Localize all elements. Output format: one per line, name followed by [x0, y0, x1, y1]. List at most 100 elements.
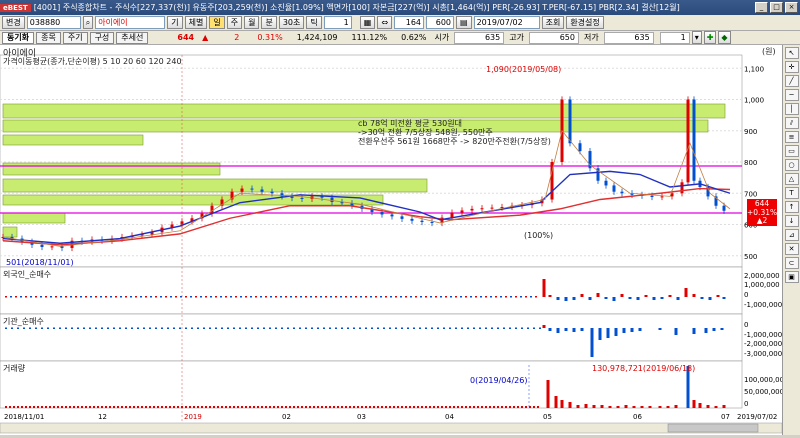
spin-input[interactable]: 1	[659, 31, 690, 44]
foreign-bar	[668, 295, 672, 297]
foreign-tick-bar	[160, 296, 162, 298]
volume-small-bar	[497, 406, 499, 408]
volume-small-bar	[393, 406, 395, 408]
volume-small-bar	[73, 406, 75, 408]
display-count-input[interactable]: 164	[394, 16, 425, 29]
crosshair-icon[interactable]: ✛	[784, 61, 799, 73]
volume-small-bar	[121, 406, 123, 408]
settings-button[interactable]: 환경설정	[566, 16, 604, 29]
magnet-icon[interactable]: ⊂	[784, 257, 799, 269]
period-minute-button[interactable]: 분	[261, 16, 277, 29]
foreign-tick-bar	[200, 296, 202, 298]
foreign-tick-bar	[525, 296, 527, 298]
volume-small-bar	[13, 406, 15, 408]
chart-svg[interactable]: 1,1001,0009008007006005002,000,0001,000,…	[0, 45, 789, 438]
candle-body	[300, 197, 304, 199]
tab-composition[interactable]: 구성	[89, 31, 115, 44]
close-button[interactable]: ×	[785, 2, 798, 13]
foreign-tick-bar	[435, 296, 437, 298]
volume-small-bar	[261, 406, 263, 408]
price-axis-label: 900	[744, 128, 757, 136]
arrow-down-icon[interactable]: ↓	[784, 215, 799, 227]
text-icon[interactable]: T	[784, 187, 799, 199]
foreign-tick-bar	[420, 296, 422, 298]
institution-tick-bar	[317, 327, 319, 329]
period-tick-button[interactable]: 틱	[306, 16, 322, 29]
period-day-tick-button[interactable]: 기	[167, 16, 183, 29]
candle-body	[604, 180, 608, 186]
foreign-tick-bar	[75, 296, 77, 298]
volume-small-bar	[525, 406, 527, 408]
trend-channel-icon[interactable]: ⫽	[784, 117, 799, 129]
foreign-tick-bar	[340, 296, 342, 298]
search-icon[interactable]: ⌕	[82, 16, 94, 29]
date-input[interactable]: 2019/07/02	[473, 16, 540, 29]
institution-tick-bar	[467, 327, 469, 329]
volume-small-bar	[221, 406, 223, 408]
query-button[interactable]: 조회	[541, 16, 565, 29]
stock-name-field[interactable]: 아이에이	[95, 16, 166, 29]
volume-small-bar	[21, 406, 23, 408]
institution-tick-bar	[185, 327, 187, 329]
volume-small-bar	[529, 406, 531, 408]
tab-sync[interactable]: 동기화	[2, 31, 35, 44]
institution-tick-bar	[113, 327, 115, 329]
institution-tick-bar	[365, 327, 367, 329]
chart-type-icon[interactable]: ▦	[359, 16, 376, 29]
stock-code-input[interactable]: 038880	[26, 16, 81, 29]
volume-bar	[698, 403, 702, 408]
volume-small-bar	[373, 406, 375, 408]
institution-tick-bar	[395, 327, 397, 329]
volume-small-bar	[329, 406, 331, 408]
indicator-icon[interactable]: ◆	[718, 31, 731, 44]
volume-small-bar	[445, 406, 447, 408]
line-tool-icon[interactable]: ╱	[784, 75, 799, 87]
erase-icon[interactable]: ✕	[784, 243, 799, 255]
volume-small-bar	[165, 406, 167, 408]
mid-percent-label: (100%)	[524, 231, 554, 240]
period-daily-button[interactable]: 일	[209, 16, 225, 29]
vertical-line-icon[interactable]: │	[784, 103, 799, 115]
fit-icon[interactable]: ⇔	[377, 16, 393, 29]
period-30sec-button[interactable]: 30초	[278, 16, 305, 29]
fibonacci-icon[interactable]: ≡	[784, 131, 799, 143]
tab-trendline[interactable]: 추세선	[116, 31, 149, 44]
institution-tick-bar	[479, 327, 481, 329]
cursor-icon[interactable]: ↖	[784, 47, 799, 59]
data-count-input[interactable]: 600	[426, 16, 455, 29]
triangle-icon[interactable]: △	[784, 173, 799, 185]
volume-small-bar	[97, 406, 99, 408]
circle-icon[interactable]: ○	[784, 159, 799, 171]
arrow-up-icon[interactable]: ↑	[784, 201, 799, 213]
volume-small-bar	[281, 406, 283, 408]
minimize-button[interactable]: _	[755, 2, 768, 13]
period-monthly-button[interactable]: 월	[244, 16, 260, 29]
volume-small-bar	[513, 406, 515, 408]
maximize-button[interactable]: □	[770, 2, 783, 13]
calendar-icon[interactable]: ▤	[456, 16, 472, 29]
volume-small-bar	[421, 406, 423, 408]
chevron-down-icon[interactable]: ▾	[691, 31, 702, 44]
interval-input[interactable]: 1	[323, 16, 352, 29]
add-icon[interactable]: ✚	[703, 31, 717, 44]
rectangle-icon[interactable]: ▭	[784, 145, 799, 157]
foreign-bar	[692, 294, 696, 297]
volume-small-bar	[473, 406, 475, 408]
period-weekly-button[interactable]: 주	[226, 16, 243, 29]
foreign-tick-bar	[60, 296, 62, 298]
gann-icon[interactable]: ⊿	[784, 229, 799, 241]
volume-small-bar	[305, 406, 307, 408]
candle-body	[420, 220, 424, 222]
tab-stock[interactable]: 종목	[36, 31, 61, 44]
institution-tick-bar	[437, 327, 439, 329]
change-button[interactable]: 변경	[2, 16, 25, 29]
main-toolbar: 변경 038880 ⌕ 아이에이 기 체별 일 주 월 분 30초 틱 1 ▦ …	[0, 15, 800, 31]
institution-tick-bar	[425, 327, 427, 329]
horizontal-line-icon[interactable]: ─	[784, 89, 799, 101]
low-value: 635	[603, 31, 654, 44]
period-item-button[interactable]: 체별	[184, 16, 208, 29]
foreign-tick-bar	[190, 296, 192, 298]
chart-area[interactable]: 1,1001,0009008007006005002,000,0001,000,…	[0, 45, 789, 438]
lock-icon[interactable]: ▣	[784, 271, 799, 283]
tab-period[interactable]: 주기	[62, 31, 88, 44]
